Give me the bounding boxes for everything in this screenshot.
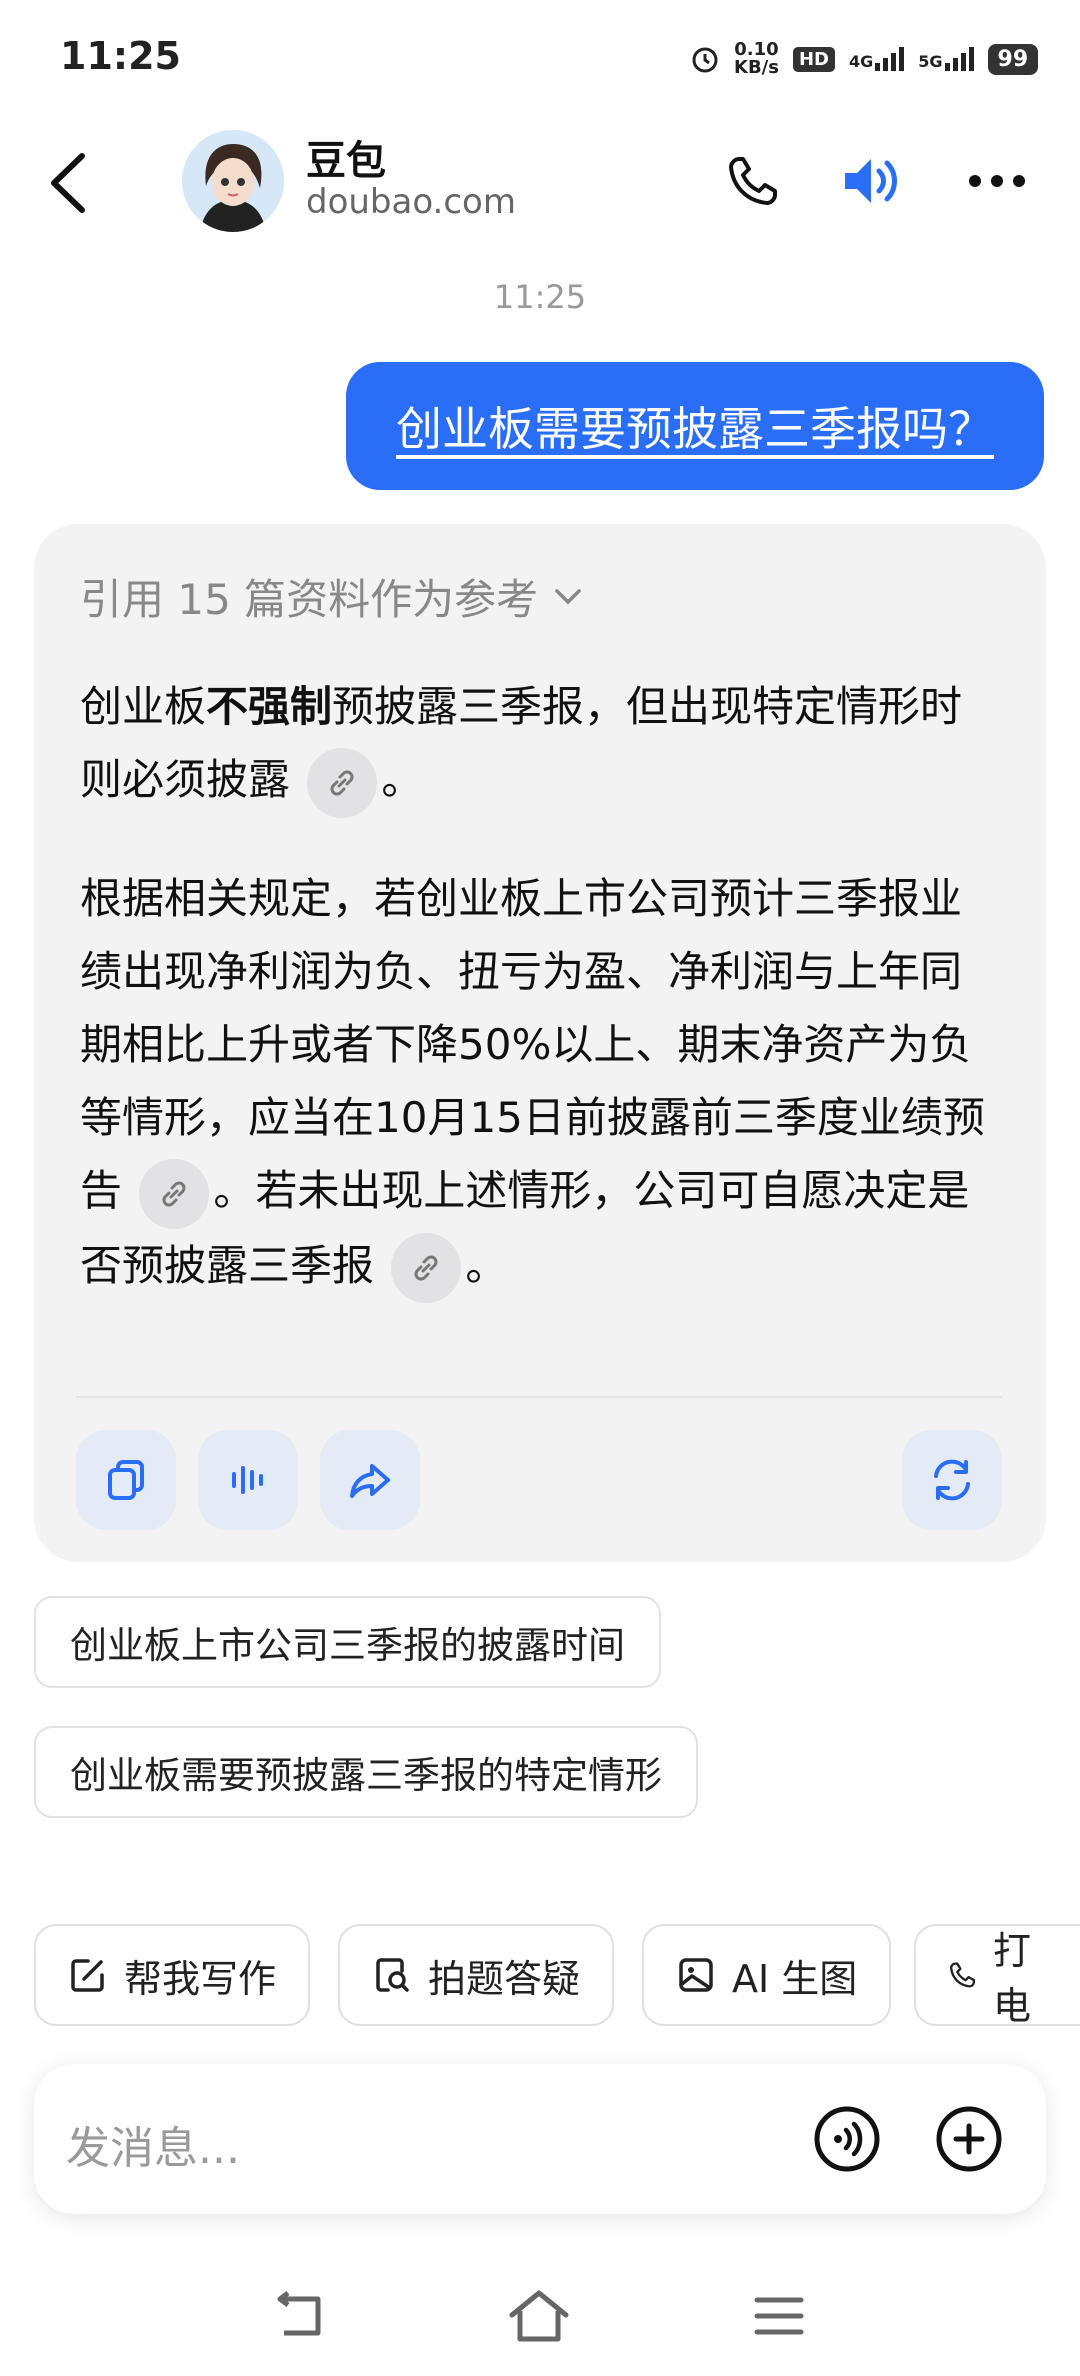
- voice-wave-icon: [814, 2106, 880, 2172]
- quick-action-photo-question[interactable]: 拍题答疑: [338, 1924, 615, 2026]
- quick-action-writing[interactable]: 帮我写作: [34, 1924, 311, 2026]
- share-button[interactable]: [320, 1430, 420, 1530]
- reference-label: 引用 15 篇资料作为参考: [80, 575, 539, 624]
- message-timestamp: 11:25: [493, 278, 587, 316]
- source-link-button[interactable]: [139, 1158, 210, 1229]
- back-button[interactable]: [44, 148, 94, 218]
- home-icon: [509, 2290, 569, 2342]
- user-message-bubble[interactable]: 创业板需要预披露三季报吗？: [346, 362, 1044, 490]
- quick-action-label: AI 生图: [732, 1956, 858, 2001]
- phone-icon: [729, 157, 777, 205]
- answer-paragraph-2: 根据相关规定，若创业板上市公司预计三季报业绩出现净利润为负、扭亏为盈、净利润与上…: [80, 862, 1000, 1303]
- battery-indicator: 99: [987, 43, 1039, 75]
- search-document-icon: [376, 1958, 409, 1992]
- status-icons: 0.10 KB/s HD 4G 5G 99: [690, 34, 1039, 84]
- phone-call-button[interactable]: [718, 146, 788, 216]
- copy-icon: [108, 1460, 144, 1500]
- regenerate-button[interactable]: [902, 1430, 1002, 1530]
- suggestion-chip[interactable]: 创业板上市公司三季报的披露时间: [34, 1596, 661, 1688]
- user-message-text[interactable]: 创业板需要预披露三季报吗？: [396, 393, 994, 459]
- alarm-icon: [692, 47, 718, 73]
- plus-circle-icon: [936, 2106, 1002, 2172]
- card-divider: [76, 1396, 1002, 1398]
- net-speed: 0.10 KB/s: [734, 39, 779, 78]
- audio-wave-icon: [232, 1466, 263, 1494]
- answer-paragraph-1: 创业板不强制预披露三季报，但出现特定情形时则必须披露 。: [80, 670, 1000, 818]
- avatar[interactable]: [182, 130, 284, 232]
- contact-domain: doubao.com: [306, 182, 516, 222]
- nav-back-icon: [277, 2291, 321, 2336]
- more-dots-icon: [969, 175, 1025, 187]
- suggestion-chip[interactable]: 创业板需要预披露三季报的特定情形: [34, 1726, 698, 1818]
- edit-icon: [71, 1959, 104, 1992]
- chevron-down-icon: [555, 588, 581, 604]
- contact-name: 豆包: [306, 138, 386, 184]
- quick-action-label: 拍题答疑: [428, 1956, 581, 2001]
- nav-menu-button[interactable]: [744, 2286, 814, 2346]
- signal-5g-icon: 5G: [918, 47, 974, 71]
- read-aloud-button[interactable]: [198, 1430, 298, 1530]
- speaker-icon: [845, 159, 897, 203]
- add-attachment-button[interactable]: [926, 2096, 1012, 2182]
- link-icon: [162, 1181, 186, 1206]
- quick-action-call[interactable]: 打电: [914, 1924, 1080, 2026]
- quick-action-label: 打电: [992, 1929, 1031, 2026]
- message-input[interactable]: 发消息...: [66, 2112, 240, 2176]
- quick-action-ai-image[interactable]: AI 生图: [642, 1924, 892, 2026]
- link-icon: [414, 1255, 438, 1281]
- menu-icon: [754, 2297, 804, 2335]
- avatar-image: [182, 130, 284, 232]
- voice-playback-toggle[interactable]: [838, 146, 908, 216]
- chevron-left-icon: [51, 153, 85, 213]
- status-time: 11:25: [60, 34, 181, 78]
- nav-back-button[interactable]: [264, 2286, 334, 2346]
- source-link-button[interactable]: [307, 747, 378, 818]
- hd-badge: HD: [792, 46, 835, 72]
- more-options-button[interactable]: [962, 146, 1032, 216]
- link-icon: [330, 770, 354, 795]
- phone-icon: [949, 1962, 976, 1988]
- nav-home-button[interactable]: [504, 2286, 574, 2346]
- reference-toggle[interactable]: 引用 15 篇资料作为参考: [80, 566, 582, 627]
- copy-button[interactable]: [76, 1430, 176, 1530]
- image-icon: [679, 1958, 713, 1992]
- voice-input-button[interactable]: [804, 2096, 890, 2182]
- signal-4g-icon: 4G: [849, 47, 905, 71]
- refresh-icon: [934, 1459, 970, 1501]
- share-arrow-icon: [350, 1464, 390, 1498]
- source-link-button[interactable]: [391, 1233, 462, 1303]
- quick-action-label: 帮我写作: [124, 1956, 277, 2001]
